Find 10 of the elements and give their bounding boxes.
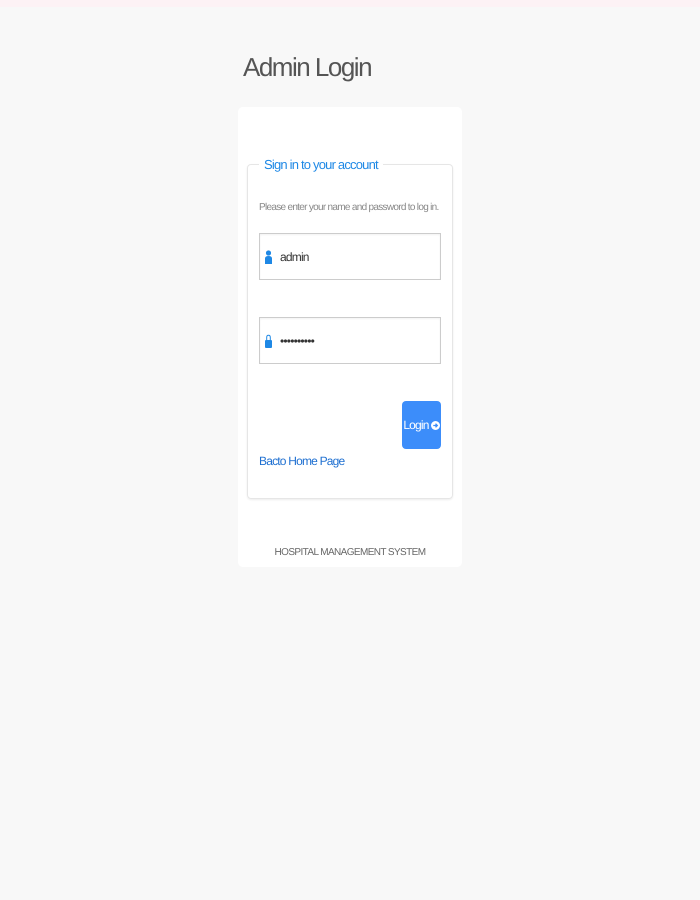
panel-legend: Sign in to your account [259,157,383,172]
user-icon [265,250,272,264]
username-field[interactable]: admin [259,233,441,280]
password-field[interactable]: •••••••••• [259,317,441,364]
instruction-text: Please enter your name and password to log in. [259,202,440,213]
back-home-link[interactable]: Bacto Home Page [259,454,344,468]
footer-text: HOSPITAL MANAGEMENT SYSTEM [274,547,426,558]
lock-icon [265,334,272,348]
page-title: Admin Login [243,52,372,83]
arrow-circle-icon [430,420,440,430]
